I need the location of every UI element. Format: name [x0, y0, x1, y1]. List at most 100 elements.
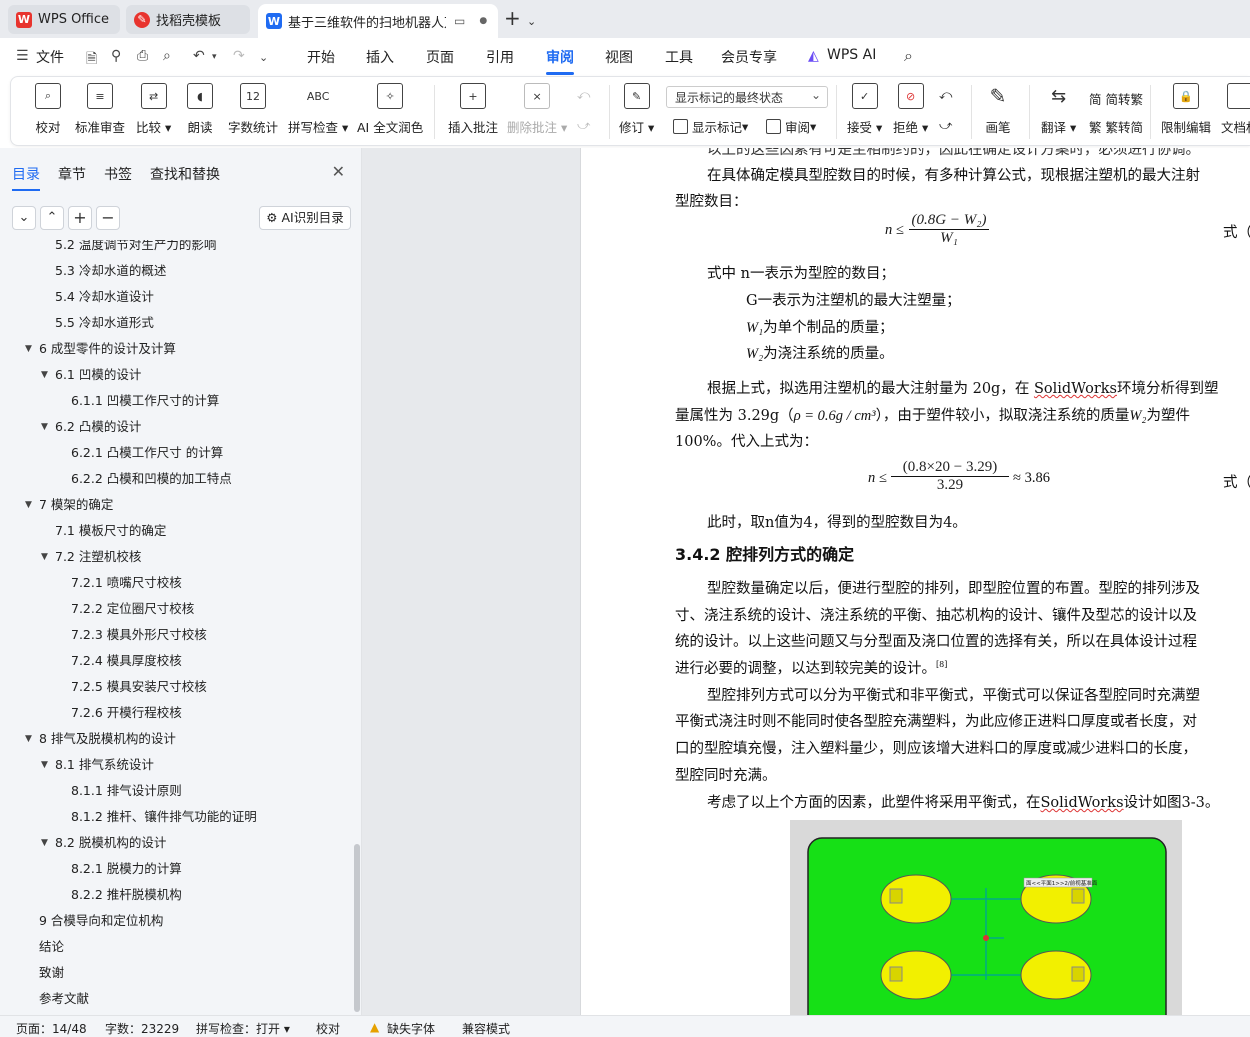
menu-page[interactable]: 页面 — [426, 47, 454, 67]
expand-arrow-icon[interactable]: ▼ — [25, 336, 32, 362]
previous-change-icon[interactable]: ⤺ — [939, 87, 952, 103]
page-indicator[interactable]: 页面：14/48 — [16, 1020, 87, 1037]
menu-references[interactable]: 引用 — [486, 47, 514, 67]
toc-item[interactable]: ▼ 8.1 排气系统设计 — [0, 752, 354, 778]
simp-to-trad-button[interactable]: 简简转繁 — [1089, 89, 1143, 108]
hamburger-icon[interactable]: ☰ — [16, 48, 29, 64]
toc-item[interactable]: 8.1.2 推杆、镶件排气功能的证明 — [0, 804, 354, 830]
toc-item[interactable]: 6.1.1 凹模工作尺寸的计算 — [0, 388, 354, 414]
expand-arrow-icon[interactable]: ▼ — [41, 414, 48, 440]
tab-wps-office[interactable]: W WPS Office — [8, 5, 120, 34]
collapse-up-button[interactable]: ⌃ — [40, 206, 64, 230]
toc-item[interactable]: 8.2.1 脱模力的计算 — [0, 856, 354, 882]
translate-button[interactable]: ⇆ 翻译 ▾ — [1041, 83, 1076, 136]
expand-arrow-icon[interactable]: ▼ — [41, 752, 48, 778]
toc-item[interactable]: 5.3 冷却水道的概述 — [0, 258, 354, 284]
menu-member[interactable]: 会员专享 — [721, 47, 777, 67]
tab-toc[interactable]: 目录 — [12, 164, 40, 191]
ai-polish-button[interactable]: ✧ AI 全文润色 — [357, 83, 423, 136]
tab-find-replace[interactable]: 查找和替换 — [150, 164, 220, 184]
toc-item[interactable]: 5.2 温度调节对生产力的影响 — [0, 240, 354, 258]
toc-item[interactable]: ▼ 6 成型零件的设计及计算 — [0, 336, 354, 362]
toc-item[interactable]: 7.2.1 喷嘴尺寸校核 — [0, 570, 354, 596]
delete-comment-button[interactable]: × 删除批注 ▾ — [507, 83, 567, 136]
remove-heading-button[interactable]: − — [96, 206, 120, 230]
word-count-button[interactable]: 12 字数统计 — [228, 83, 278, 136]
unsaved-dot-icon[interactable]: ● — [479, 16, 487, 26]
undo-chevron-icon[interactable]: ▾ — [212, 52, 217, 62]
expand-arrow-icon[interactable]: ▼ — [41, 830, 48, 856]
tab-bookmarks[interactable]: 书签 — [104, 164, 132, 184]
trad-to-simp-button[interactable]: 繁繁转简 — [1089, 117, 1143, 136]
accept-button[interactable]: ✓ 接受 ▾ — [847, 83, 882, 136]
expand-arrow-icon[interactable]: ▼ — [25, 726, 32, 752]
word-count-indicator[interactable]: 字数：23229 — [105, 1020, 179, 1037]
expand-arrow-icon[interactable]: ▼ — [41, 544, 48, 570]
toc-item[interactable]: 6.2.2 凸模和凹模的加工特点 — [0, 466, 354, 492]
toc-item[interactable]: 参考文献 — [0, 986, 354, 1012]
toc-item[interactable]: 致谢 — [0, 960, 354, 986]
share-icon[interactable]: ⚲ — [111, 48, 121, 64]
expand-arrow-icon[interactable]: ▼ — [41, 362, 48, 388]
toc-item[interactable]: 5.4 冷却水道设计 — [0, 284, 354, 310]
proofread-status[interactable]: 校对 — [316, 1020, 340, 1037]
cavity-layout-figure[interactable]: 面<<平面1>>2/前视基准面 — [790, 820, 1182, 1015]
toc-item[interactable]: 7.1 模板尺寸的确定 — [0, 518, 354, 544]
toc-item[interactable]: 5.5 冷却水道形式 — [0, 310, 354, 336]
menu-insert[interactable]: 插入 — [366, 47, 394, 67]
tab-chapters[interactable]: 章节 — [58, 164, 86, 184]
standard-review-button[interactable]: ≡ 标准审查 — [75, 83, 125, 136]
toc-item[interactable]: 7.2.2 定位圈尺寸校核 — [0, 596, 354, 622]
search-icon[interactable]: ⌕ — [904, 46, 913, 66]
tab-current-document[interactable]: W 基于三维软件的扫地机器人万 ▭ ● — [258, 4, 498, 38]
monitor-icon[interactable]: ▭ — [454, 14, 465, 28]
print-icon[interactable]: ⎙ — [137, 48, 148, 64]
read-aloud-button[interactable]: ◖ 朗读 — [187, 83, 213, 136]
proofread-button[interactable]: ⌕ 校对 — [35, 83, 61, 136]
more-chevron-icon[interactable]: ⌄ — [259, 51, 268, 64]
show-markup-button[interactable]: 显示标记 ▾ — [673, 117, 748, 136]
new-tab-plus-icon[interactable]: + — [504, 8, 521, 28]
document-page[interactable]: 以上的这些因素有可是至相制约的，因此在确定设计方案时，必须进行协调。 在具体确定… — [580, 148, 1250, 1015]
toc-item[interactable]: ▼ 8.2 脱模机构的设计 — [0, 830, 354, 856]
track-changes-button[interactable]: ✎ 修订 ▾ — [619, 83, 654, 136]
next-comment-icon[interactable]: ⤻ — [577, 117, 590, 133]
close-icon[interactable]: ✕ — [332, 162, 345, 181]
tab-docer-templates[interactable]: ✎ 找稻壳模板 — [126, 5, 250, 34]
toc-item[interactable]: 结论 — [0, 934, 354, 960]
toc-item[interactable]: 7.2.3 模具外形尺寸校核 — [0, 622, 354, 648]
insert-comment-button[interactable]: + 插入批注 — [448, 83, 498, 136]
toc-item[interactable]: ▼ 6.2 凸模的设计 — [0, 414, 354, 440]
menu-review[interactable]: 审阅 — [546, 47, 574, 75]
undo-icon[interactable]: ↶ — [193, 48, 205, 64]
expand-arrow-icon[interactable]: ▼ — [25, 492, 32, 518]
toc-item[interactable]: ▼ 7.2 注塑机校核 — [0, 544, 354, 570]
print-preview-icon[interactable]: ⌕ — [163, 48, 171, 64]
toc-item[interactable]: 6.2.1 凸模工作尺寸 的计算 — [0, 440, 354, 466]
previous-comment-icon[interactable]: ⤺ — [577, 87, 590, 103]
spell-check-button[interactable]: ABC 拼写检查 ▾ — [288, 83, 348, 136]
toc-item[interactable]: 8.1.1 排气设计原则 — [0, 778, 354, 804]
toc-item[interactable]: ▼ 7 模架的确定 — [0, 492, 354, 518]
add-heading-button[interactable]: + — [68, 206, 92, 230]
menu-wps-ai[interactable]: WPS AI — [827, 47, 876, 63]
ai-detect-toc-button[interactable]: ⚙ AI识别目录 — [259, 206, 351, 230]
toc-item[interactable]: 7.2.4 模具厚度校核 — [0, 648, 354, 674]
redo-icon[interactable]: ↷ — [233, 48, 245, 64]
toc-item[interactable]: 7.2.5 模具安装尺寸校核 — [0, 674, 354, 700]
menu-tools[interactable]: 工具 — [665, 47, 693, 67]
compare-button[interactable]: ⇄ 比较 ▾ — [136, 83, 171, 136]
expand-down-button[interactable]: ⌄ — [12, 206, 36, 230]
review-pane-button[interactable]: 审阅 ▾ — [766, 117, 816, 136]
toc-item[interactable]: 7.2.6 开模行程校核 — [0, 700, 354, 726]
menu-view[interactable]: 视图 — [605, 47, 633, 67]
tab-list-chevron-icon[interactable]: ⌄ — [527, 12, 536, 32]
next-change-icon[interactable]: ⤻ — [939, 117, 952, 133]
reject-button[interactable]: ⊘ 拒绝 ▾ — [893, 83, 928, 136]
missing-font-status[interactable]: 缺失字体 — [387, 1020, 435, 1037]
toc-item[interactable]: ▼ 6.1 凹模的设计 — [0, 362, 354, 388]
toc-item[interactable]: 9 合模导向和定位机构 — [0, 908, 354, 934]
save-icon[interactable]: 🗎 — [86, 48, 97, 72]
menu-file[interactable]: 文件 — [36, 47, 64, 67]
pen-button[interactable]: ✎ 画笔 — [985, 83, 1011, 136]
